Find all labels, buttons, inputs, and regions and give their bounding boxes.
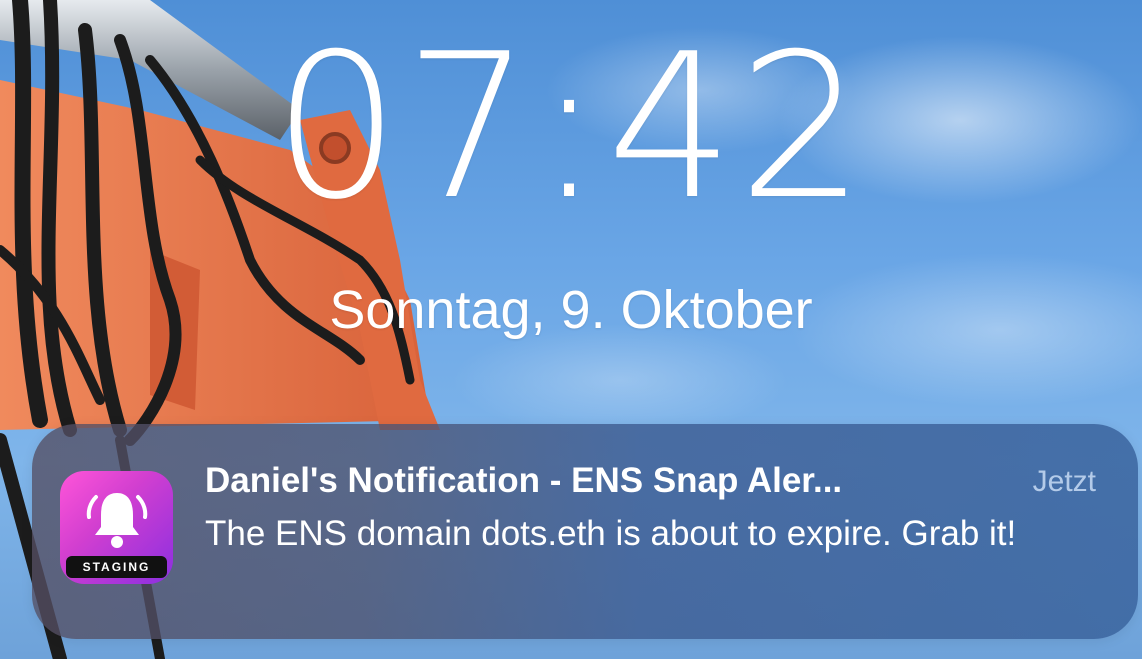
lockscreen-clock: 07:42 bbox=[272, 11, 870, 244]
bell-icon bbox=[86, 493, 148, 548]
notification-timestamp: Jetzt bbox=[1032, 465, 1096, 498]
notification-body: The ENS domain dots.eth is about to expi… bbox=[205, 514, 1017, 553]
lockscreen-date: Sonntag, 9. Oktober bbox=[329, 280, 813, 340]
notification-title: Daniel's Notification - ENS Snap Aler... bbox=[205, 461, 843, 500]
staging-badge: STAGING bbox=[66, 556, 167, 578]
app-icon: STAGING bbox=[60, 471, 173, 584]
notification-banner[interactable]: STAGING Daniel's Notification - ENS Snap… bbox=[32, 424, 1138, 639]
